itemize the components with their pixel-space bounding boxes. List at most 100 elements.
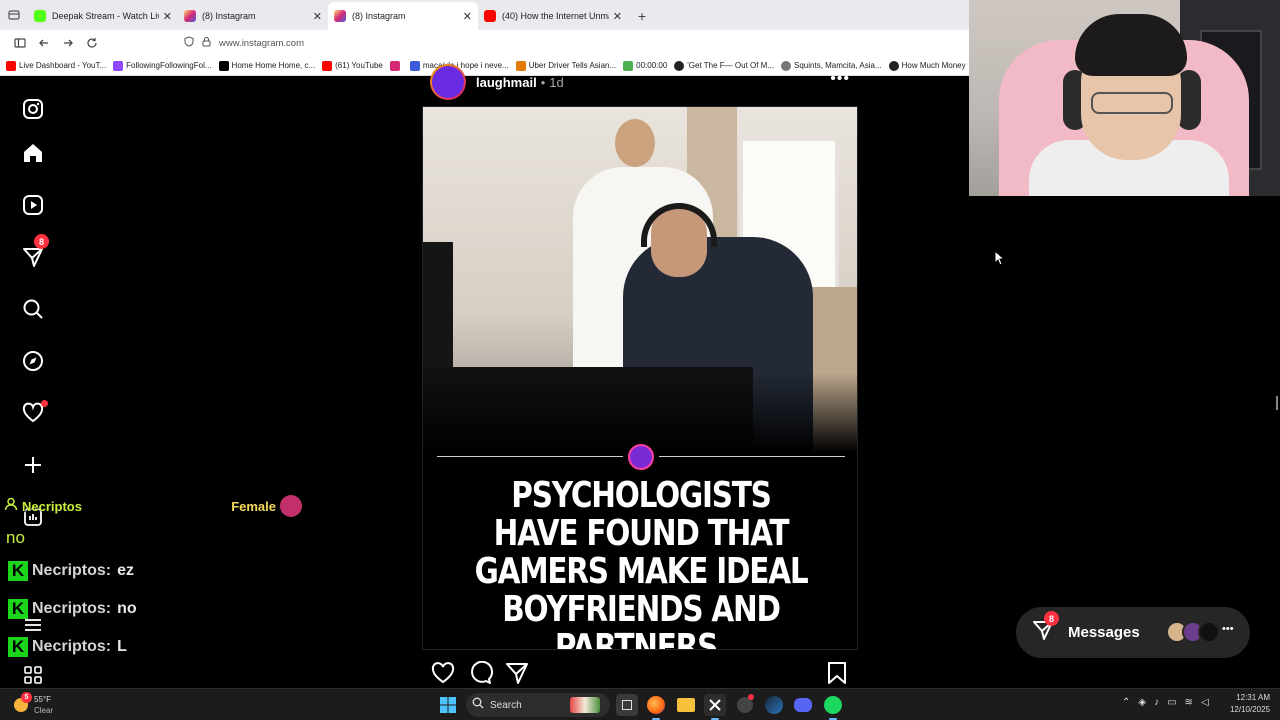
- file-explorer-icon[interactable]: [675, 694, 697, 716]
- like-heart-icon[interactable]: [430, 660, 456, 686]
- wifi-icon[interactable]: ≋: [1185, 697, 1193, 708]
- chat-line: K Necriptos: no: [8, 596, 137, 622]
- close-tab-icon[interactable]: ✕: [313, 10, 322, 23]
- chevron-up-icon[interactable]: ⌃: [1122, 697, 1130, 708]
- share-icon[interactable]: [504, 660, 530, 686]
- instagram-favicon-icon: [334, 10, 346, 22]
- task-view-icon[interactable]: [616, 694, 638, 716]
- address-bar[interactable]: www.instagram.com: [184, 33, 304, 53]
- bookmark-label: How Much Money: [901, 61, 966, 70]
- lock-icon: [202, 36, 211, 50]
- bookmark-label: Live Dashboard - YouT...: [19, 61, 107, 70]
- bookmark-item[interactable]: [389, 60, 403, 71]
- browser-tab-active[interactable]: (8) Instagram ✕: [328, 2, 478, 30]
- chat-header-user: Necriptos: [22, 498, 82, 514]
- chat-text: ez: [117, 562, 135, 579]
- home-icon[interactable]: [18, 138, 48, 168]
- post-more-options-icon[interactable]: •••: [830, 70, 850, 88]
- youtube-icon: [6, 60, 16, 71]
- chat-avatar: [280, 495, 302, 517]
- messages-button[interactable]: 8 Messages •••: [1016, 607, 1250, 658]
- windows-start-icon[interactable]: [440, 697, 456, 713]
- taskbar-search[interactable]: Search: [466, 693, 610, 717]
- firefox-icon[interactable]: [645, 694, 667, 720]
- post-headline: PSYCHOLOGISTS HAVE FOUND THAT GAMERS MAK…: [474, 475, 809, 650]
- x-icon: [218, 60, 229, 71]
- browser-tab[interactable]: Deepak Stream - Watch Live on ✕: [28, 2, 178, 30]
- user-icon: [4, 497, 18, 516]
- sidebar-toggle-icon[interactable]: [8, 31, 32, 55]
- browser-tab[interactable]: (40) How the Internet Unmaske ✕: [478, 2, 628, 30]
- shield-icon: [184, 36, 194, 50]
- post-image[interactable]: PSYCHOLOGISTS HAVE FOUND THAT GAMERS MAK…: [422, 106, 858, 650]
- browser-nav-bar: www.instagram.com: [0, 30, 970, 56]
- mouse-cursor-icon: [994, 249, 1006, 271]
- reels-icon[interactable]: [18, 190, 48, 220]
- bookmark-item[interactable]: How Much Money: [888, 60, 966, 71]
- url-text: www.instagram.com: [219, 37, 304, 49]
- game-app-icon[interactable]: [734, 694, 756, 716]
- display-icon[interactable]: ▭: [1167, 697, 1176, 708]
- instagram-icon: [389, 60, 400, 71]
- microphone-icon[interactable]: ♪: [1154, 697, 1159, 708]
- weather-badge: 5: [21, 692, 32, 703]
- spotify-icon[interactable]: [822, 694, 844, 720]
- more-apps-icon[interactable]: [18, 660, 48, 690]
- scrollbar-thumb[interactable]: [1276, 396, 1278, 410]
- browser-tab-bar: Deepak Stream - Watch Live on ✕ (8) Inst…: [0, 0, 970, 30]
- browser-tab[interactable]: (8) Instagram ✕: [178, 2, 328, 30]
- network-icon[interactable]: ◈: [1138, 697, 1146, 708]
- windows-taskbar: 5 55°F Clear Search ⌃ ◈ ♪ ▭ ≋ ◁ 12:31 AM…: [0, 688, 1280, 720]
- back-arrow-icon[interactable]: [32, 31, 56, 55]
- post-username[interactable]: laughmail: [476, 75, 537, 90]
- chat-user: Necriptos: [32, 562, 106, 579]
- post-divider: [659, 456, 845, 457]
- explore-compass-icon[interactable]: [18, 346, 48, 376]
- post-time-separator: •: [540, 74, 546, 90]
- kick-icon: K: [8, 637, 28, 657]
- notifications-heart-icon[interactable]: [18, 398, 48, 428]
- weather-condition: Clear: [34, 706, 54, 715]
- close-tab-icon[interactable]: ✕: [463, 10, 472, 23]
- search-icon[interactable]: [18, 294, 48, 324]
- comment-icon[interactable]: [468, 660, 494, 686]
- weather-widget[interactable]: 5 55°F Clear: [12, 692, 72, 718]
- taskbar-clock[interactable]: 12:31 AM 12/10/2025: [1220, 693, 1270, 714]
- search-highlight-icon: [570, 697, 600, 713]
- direct-messages-icon[interactable]: 8: [18, 234, 49, 272]
- bookmark-item[interactable]: Home Home Home, c...: [218, 60, 316, 71]
- chat-text: L: [117, 638, 127, 655]
- discord-icon[interactable]: [792, 694, 814, 716]
- bookmark-label: Home Home Home, c...: [231, 61, 316, 70]
- thumbnail-icon: [409, 60, 420, 71]
- chat-separator: :: [105, 600, 112, 617]
- create-plus-icon[interactable]: [18, 450, 48, 480]
- messages-label: Messages: [1068, 624, 1140, 641]
- instagram-logo-icon[interactable]: [18, 94, 48, 124]
- steam-icon[interactable]: [763, 694, 785, 716]
- tab-title: (8) Instagram: [202, 11, 256, 21]
- new-tab-button[interactable]: +: [628, 2, 656, 30]
- message-avatars: •••: [1166, 621, 1238, 643]
- bookmark-item[interactable]: Live Dashboard - YouT...: [6, 60, 107, 71]
- search-icon: [472, 696, 484, 714]
- close-tab-icon[interactable]: ✕: [163, 10, 172, 23]
- chat-separator: :: [105, 562, 112, 579]
- bookmark-item[interactable]: FollowingFollowingFol...: [113, 60, 212, 71]
- close-tab-icon[interactable]: ✕: [613, 10, 622, 23]
- twitch-icon: [113, 60, 124, 71]
- forward-arrow-icon[interactable]: [56, 31, 80, 55]
- bookmark-item[interactable]: (61) YouTube: [322, 60, 383, 71]
- chat-user: Necriptos: [32, 638, 106, 655]
- direct-messages-icon: 8: [1032, 611, 1059, 646]
- tiktok-icon: [888, 60, 899, 71]
- tab-title: (40) How the Internet Unmaske: [502, 11, 609, 21]
- tab-list-icon[interactable]: [0, 0, 28, 30]
- volume-icon[interactable]: ◁: [1201, 697, 1209, 708]
- post-divider: [437, 456, 623, 457]
- x-app-icon[interactable]: [704, 694, 726, 720]
- post-author-avatar[interactable]: [430, 64, 466, 100]
- reload-icon[interactable]: [80, 31, 104, 55]
- clock-date: 12/10/2025: [1229, 705, 1270, 714]
- save-bookmark-icon[interactable]: [824, 660, 850, 686]
